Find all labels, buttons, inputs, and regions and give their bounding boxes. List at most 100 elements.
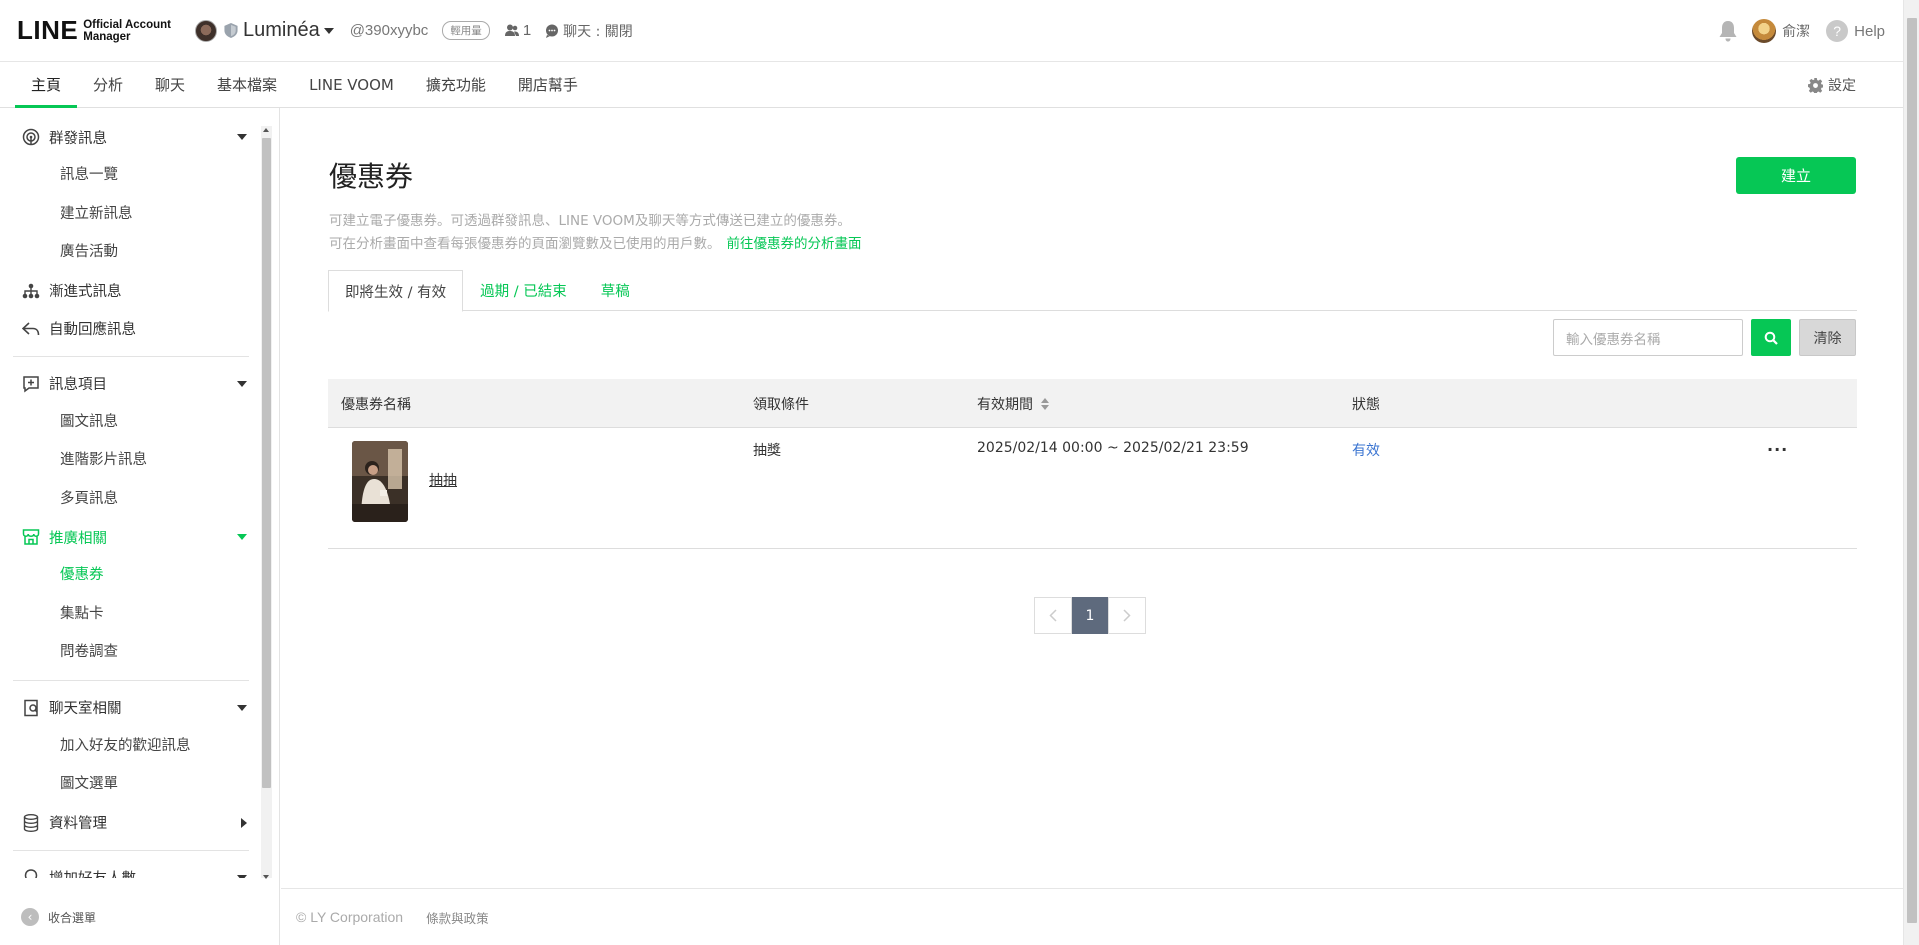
scroll-down-arrow-icon[interactable] bbox=[263, 875, 269, 879]
copyright: © LY Corporation bbox=[296, 909, 404, 925]
sidebar-scrollbar[interactable] bbox=[261, 126, 272, 878]
pagination: 1 bbox=[1034, 597, 1146, 634]
sidebar-item-create-message[interactable]: 建立新訊息 bbox=[0, 195, 262, 234]
collapse-menu-button[interactable]: ‹ 收合選單 bbox=[21, 908, 96, 926]
chevron-down-icon bbox=[237, 134, 247, 140]
account-switcher[interactable]: Luminéa bbox=[194, 19, 334, 42]
nav-tab-extensions[interactable]: 擴充功能 bbox=[410, 62, 502, 107]
sidebar-divider bbox=[13, 355, 249, 357]
page-scrollbar[interactable] bbox=[1903, 0, 1919, 945]
search-icon bbox=[1764, 331, 1778, 345]
sidebar-divider bbox=[13, 849, 249, 851]
table-row: 抽抽 抽獎 2025/02/14 00:00 ~ 2025/02/21 23:5… bbox=[328, 428, 1857, 549]
search-placeholder: 輸入優惠券名稱 bbox=[1566, 331, 1661, 348]
page-title: 優惠券 bbox=[329, 160, 414, 193]
coupon-name-link[interactable]: 抽抽 bbox=[429, 470, 457, 490]
location-pin-icon bbox=[22, 868, 40, 878]
friends-count-value: 1 bbox=[522, 22, 532, 39]
chat-status[interactable]: 聊天 : 關閉 bbox=[545, 21, 633, 41]
scroll-up-arrow-icon[interactable] bbox=[263, 128, 269, 132]
description-line-2-text: 可在分析畫面中查看每張優惠券的頁面瀏覽數及已使用的用戶數。 bbox=[329, 236, 721, 252]
sidebar-item-survey[interactable]: 問卷調查 bbox=[0, 633, 262, 672]
reply-icon bbox=[22, 320, 40, 338]
user-name[interactable]: 俞潔 bbox=[1782, 21, 1810, 41]
sidebar-item-reward-card[interactable]: 集點卡 bbox=[0, 595, 262, 634]
sidebar-item-message-list[interactable]: 訊息一覽 bbox=[0, 156, 262, 195]
sidebar-group-label: 聊天室相關 bbox=[49, 701, 122, 717]
logo-line-text: LINE bbox=[17, 15, 79, 45]
more-options-icon[interactable]: ··· bbox=[1767, 440, 1788, 459]
coupon-search-input[interactable]: 輸入優惠券名稱 bbox=[1553, 319, 1743, 356]
sidebar-group-data[interactable]: 資料管理 bbox=[0, 804, 262, 842]
clear-button[interactable]: 清除 bbox=[1799, 319, 1856, 356]
nav-tab-line-voom[interactable]: LINE VOOM bbox=[293, 62, 410, 107]
person-icon bbox=[504, 24, 519, 36]
search-button[interactable] bbox=[1751, 319, 1791, 356]
tab-expired-ended[interactable]: 過期 / 已結束 bbox=[463, 270, 584, 311]
top-right-controls: 俞潔 ? Help bbox=[1718, 0, 1885, 62]
sidebar-item-rich-video[interactable]: 進階影片訊息 bbox=[0, 441, 262, 480]
coupon-status-tabs: 即將生效 / 有效 過期 / 已結束 草稿 bbox=[328, 270, 1857, 312]
sidebar-item-ad-campaign[interactable]: 廣告活動 bbox=[0, 233, 262, 272]
sidebar-group-label: 增加好友人數 bbox=[49, 867, 136, 878]
pagination-page-current[interactable]: 1 bbox=[1072, 597, 1108, 634]
help-link[interactable]: Help bbox=[1854, 23, 1885, 40]
sidebar-item-step-messages[interactable]: 漸進式訊息 bbox=[0, 272, 262, 310]
line-oa-logo[interactable]: LINE Official Account Manager bbox=[17, 15, 171, 46]
settings-link[interactable]: 設定 bbox=[1808, 62, 1856, 108]
sidebar-scrollbar-thumb[interactable] bbox=[262, 138, 271, 788]
chevron-down-icon bbox=[237, 534, 247, 540]
plan-badge: 輕用量 bbox=[442, 21, 490, 40]
sidebar-group-increase-friends[interactable]: 增加好友人數 bbox=[0, 859, 262, 878]
table-header: 優惠券名稱 領取條件 有效期間 狀態 bbox=[328, 379, 1857, 428]
pagination-next-button[interactable] bbox=[1108, 597, 1146, 634]
add-message-icon bbox=[22, 375, 40, 393]
chevron-right-icon bbox=[241, 817, 247, 828]
sidebar-item-auto-reply[interactable]: 自動回應訊息 bbox=[0, 310, 262, 348]
hierarchy-icon bbox=[22, 282, 40, 300]
nav-tab-analytics[interactable]: 分析 bbox=[77, 62, 139, 107]
sidebar-item-coupons[interactable]: 優惠券 bbox=[0, 556, 262, 595]
terms-link[interactable]: 條款與政策 bbox=[426, 908, 489, 927]
sidebar: 群發訊息 訊息一覽 建立新訊息 廣告活動 漸進式訊息 自動回應訊息 訊息項目 圖… bbox=[0, 108, 280, 945]
sidebar-menu: 群發訊息 訊息一覽 建立新訊息 廣告活動 漸進式訊息 自動回應訊息 訊息項目 圖… bbox=[0, 118, 262, 878]
settings-label: 設定 bbox=[1828, 78, 1856, 94]
sidebar-group-message-items[interactable]: 訊息項目 bbox=[0, 365, 262, 403]
help-icon[interactable]: ? bbox=[1826, 20, 1849, 42]
nav-tab-chat[interactable]: 聊天 bbox=[139, 62, 201, 107]
broadcast-icon bbox=[22, 128, 40, 146]
coupon-analytics-link[interactable]: 前往優惠券的分析畫面 bbox=[727, 236, 862, 252]
account-avatar bbox=[194, 19, 217, 42]
sidebar-group-broadcast[interactable]: 群發訊息 bbox=[0, 118, 262, 156]
sort-icon[interactable] bbox=[1041, 397, 1049, 410]
sidebar-item-rich-message[interactable]: 圖文訊息 bbox=[0, 403, 262, 442]
nav-tab-profile[interactable]: 基本檔案 bbox=[201, 62, 293, 107]
description-line-1: 可建立電子優惠券。可透過群發訊息、LINE VOOM及聊天等方式傳送已建立的優惠… bbox=[329, 213, 851, 229]
column-header-period[interactable]: 有效期間 bbox=[977, 379, 1049, 428]
chevron-down-icon bbox=[237, 874, 247, 878]
friends-count[interactable]: 1 bbox=[504, 22, 532, 39]
sidebar-group-chatroom[interactable]: 聊天室相關 bbox=[0, 689, 262, 727]
shield-icon bbox=[224, 23, 238, 38]
tab-drafts[interactable]: 草稿 bbox=[584, 270, 647, 311]
nav-tab-shop-helper[interactable]: 開店幫手 bbox=[502, 62, 594, 107]
sidebar-item-rich-menu[interactable]: 圖文選單 bbox=[0, 765, 262, 804]
tab-upcoming-active[interactable]: 即將生效 / 有效 bbox=[328, 270, 464, 312]
create-coupon-button[interactable]: 建立 bbox=[1736, 157, 1856, 194]
coupon-thumbnail[interactable] bbox=[352, 441, 408, 522]
chevron-down-icon bbox=[237, 380, 247, 387]
account-id: @390xyybc bbox=[349, 22, 429, 39]
pagination-prev-button[interactable] bbox=[1034, 597, 1072, 634]
sidebar-item-card-message[interactable]: 多頁訊息 bbox=[0, 480, 262, 519]
nav-tab-home[interactable]: 主頁 bbox=[15, 62, 78, 108]
page-scrollbar-thumb[interactable] bbox=[1907, 18, 1917, 923]
sidebar-group-promotion[interactable]: 推廣相關 bbox=[0, 518, 262, 556]
column-header-status: 狀態 bbox=[1352, 396, 1380, 413]
user-avatar[interactable] bbox=[1752, 19, 1777, 43]
database-icon bbox=[22, 813, 40, 832]
bell-icon[interactable] bbox=[1718, 20, 1738, 42]
collapse-menu-label: 收合選單 bbox=[48, 910, 97, 925]
sidebar-item-greeting-message[interactable]: 加入好友的歡迎訊息 bbox=[0, 727, 262, 766]
chevron-down-icon bbox=[237, 704, 247, 711]
chatroom-icon bbox=[22, 699, 40, 717]
